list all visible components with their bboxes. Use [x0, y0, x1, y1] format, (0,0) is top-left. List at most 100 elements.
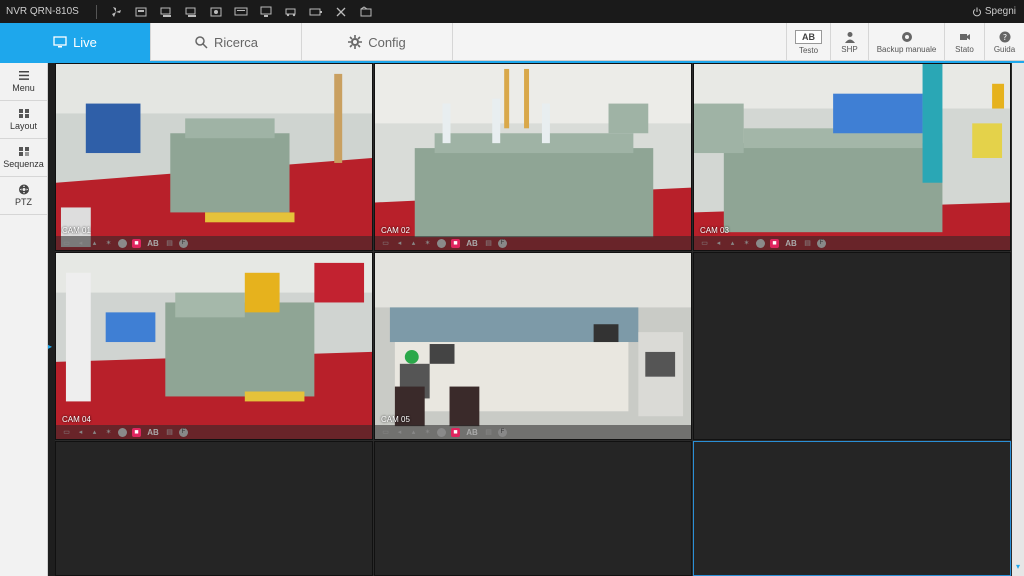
camera-label: CAM 02 [381, 226, 410, 235]
record-icon: ■ [132, 427, 141, 437]
text-button[interactable]: AB Testo [786, 23, 830, 61]
stream-icon: ▭ [701, 240, 708, 247]
camera-tile-1[interactable]: CAM 01 ▭ ◂ ▴ ✶ ■ AB ▤ F [55, 63, 373, 251]
text-input-icon[interactable] [228, 0, 253, 23]
car-icon[interactable] [278, 0, 303, 23]
tool-label: Guida [993, 44, 1016, 54]
tool-label: Testo [798, 45, 819, 55]
camera-grid: CAM 01 ▭ ◂ ▴ ✶ ■ AB ▤ F CAM 02 ▭ ◂ ▴ ✶ ■… [55, 63, 1012, 576]
sensor-icon [118, 427, 127, 437]
backup-button[interactable]: Backup manuale [868, 23, 944, 61]
record-icon: ■ [132, 238, 141, 248]
camera-tile-6[interactable] [693, 252, 1011, 440]
camera-feed [56, 64, 372, 250]
tab-label: Ricerca [213, 34, 259, 50]
motion-icon: ✶ [743, 240, 750, 247]
camera-label: CAM 03 [700, 226, 729, 235]
focus-icon: F [498, 238, 507, 248]
tab-ricerca[interactable]: Ricerca [151, 23, 302, 61]
record-icon[interactable] [203, 0, 228, 23]
audio-icon: ◂ [397, 240, 402, 247]
camera-tile-5[interactable]: CAM 05 ▭ ◂ ▴ ✶ ■ AB ▤ F [374, 252, 692, 440]
search-icon [195, 36, 208, 49]
record-icon: ■ [770, 238, 779, 248]
camera-status-bar: ▭ ◂ ▴ ✶ ■ AB ▤ F [56, 236, 372, 250]
camera-status-bar: ▭ ◂ ▴ ✶ ■ AB ▤ F [375, 236, 691, 250]
layout-icon [18, 109, 29, 118]
tab-label: Config [368, 34, 406, 50]
power-label: Spegni [984, 6, 1016, 17]
backup-icon: ▤ [804, 240, 811, 247]
network-pro-icon[interactable] [178, 0, 203, 23]
battery-icon[interactable] [303, 0, 328, 23]
text-badge: AB [147, 238, 159, 248]
status-icon [959, 33, 970, 40]
sensor-icon [437, 238, 446, 248]
sidebar: Menu Layout Sequenza PTZ [0, 63, 48, 576]
camera-tile-8[interactable] [374, 441, 692, 576]
sidebar-item-layout[interactable]: Layout [0, 101, 47, 139]
monitor-icon [53, 36, 67, 48]
status-button[interactable]: Stato [944, 23, 984, 61]
person-icon [844, 31, 855, 43]
backup-icon [901, 31, 912, 42]
alarm-icon: ▴ [730, 240, 735, 247]
camera-status-bar: ▭ ◂ ▴ ✶ ■ AB ▤ F [375, 425, 691, 439]
camera-label: CAM 04 [62, 415, 91, 424]
sensor-icon [118, 238, 127, 248]
tool-label: SHP [841, 44, 858, 54]
power-button[interactable]: Spegni [972, 6, 1024, 17]
camera-tile-3[interactable]: CAM 03 ▭ ◂ ▴ ✶ ■ AB ▤ F [693, 63, 1011, 251]
shp-button[interactable]: SHP [830, 23, 868, 61]
sensor-icon [756, 238, 765, 248]
audio-icon: ◂ [397, 429, 402, 436]
help-button[interactable]: ? Guida [984, 23, 1024, 61]
fan-alt-icon[interactable] [328, 0, 353, 23]
sidebar-toggle[interactable]: ▸ [48, 342, 54, 356]
tab-live[interactable]: Live [0, 23, 151, 61]
backup-icon: ▤ [166, 240, 173, 247]
backup-icon: ▤ [166, 429, 173, 436]
sidebar-item-label: Layout [9, 121, 38, 131]
tab-config[interactable]: Config [302, 23, 453, 61]
gear-icon [348, 35, 363, 49]
sidebar-item-menu[interactable]: Menu [0, 63, 47, 101]
ptz-icon [18, 184, 29, 195]
sidebar-item-ptz[interactable]: PTZ [0, 177, 47, 215]
sidebar-item-label: PTZ [15, 197, 32, 207]
sensor-icon [437, 427, 446, 437]
scroll-down-icon[interactable]: ▾ [1013, 562, 1023, 572]
fan-icon[interactable] [103, 0, 128, 23]
alarm-icon: ▴ [92, 240, 97, 247]
camera-label: CAM 01 [62, 226, 91, 235]
alarm-icon: ▴ [411, 240, 416, 247]
camera-tile-9[interactable] [693, 441, 1011, 576]
tab-label: Live [73, 34, 97, 50]
text-ab-icon: AB [795, 29, 822, 44]
camera-label: CAM 05 [381, 415, 410, 424]
camera-tile-2[interactable]: CAM 02 ▭ ◂ ▴ ✶ ■ AB ▤ F [374, 63, 692, 251]
scrollbar[interactable]: ▾ [1012, 63, 1024, 576]
divider [96, 4, 97, 19]
sidebar-item-sequenza[interactable]: Sequenza [0, 139, 47, 177]
audio-icon: ◂ [78, 240, 83, 247]
folder-icon[interactable] [353, 0, 378, 23]
record-icon: ■ [451, 238, 460, 248]
camera-tile-4[interactable]: CAM 04 ▭ ◂ ▴ ✶ ■ AB ▤ F [55, 252, 373, 440]
power-icon [972, 7, 981, 16]
network-full-icon[interactable] [153, 0, 178, 23]
focus-icon: F [179, 427, 188, 437]
stream-icon: ▭ [382, 429, 389, 436]
monitor-icon[interactable] [253, 0, 278, 23]
camera-feed [375, 253, 691, 439]
hdd-icon[interactable] [128, 0, 153, 23]
focus-icon: F [498, 427, 507, 437]
camera-feed [56, 253, 372, 439]
backup-icon: ▤ [485, 429, 492, 436]
camera-tile-7[interactable] [55, 441, 373, 576]
backup-icon: ▤ [485, 240, 492, 247]
alarm-icon: ▴ [92, 429, 97, 436]
focus-icon: F [817, 238, 826, 248]
audio-icon: ◂ [716, 240, 721, 247]
text-badge: AB [147, 427, 159, 437]
